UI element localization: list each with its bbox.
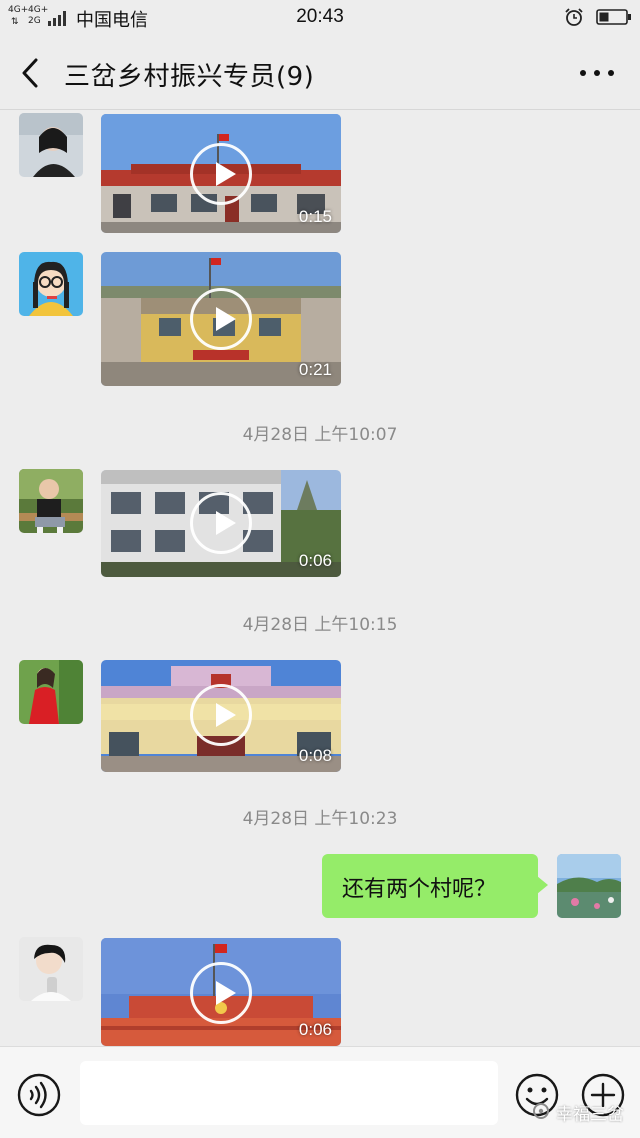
- play-icon[interactable]: [190, 492, 252, 554]
- video-duration: 0:06: [298, 1020, 332, 1039]
- alarm-icon: [565, 8, 583, 26]
- play-icon[interactable]: [190, 962, 252, 1024]
- battery-icon: [596, 9, 631, 25]
- voice-icon[interactable]: [16, 1072, 62, 1118]
- wechat-official-account-icon: [533, 1103, 549, 1119]
- avatar-self[interactable]: [557, 854, 621, 918]
- message-text: 还有两个村呢？: [342, 877, 497, 902]
- back-icon[interactable]: [14, 54, 48, 92]
- avatar[interactable]: [19, 113, 83, 177]
- more-icon[interactable]: [572, 58, 622, 88]
- video-duration: 0:08: [298, 746, 332, 765]
- status-clock: 20:43: [296, 6, 344, 27]
- video-duration: 0:15: [298, 207, 332, 226]
- play-icon[interactable]: [190, 288, 252, 350]
- avatar[interactable]: [19, 660, 83, 724]
- chat-bubble-self[interactable]: 还有两个村呢？: [322, 854, 548, 918]
- video-message[interactable]: 0:08: [101, 660, 341, 772]
- avatar[interactable]: [19, 252, 83, 316]
- play-icon[interactable]: [190, 143, 252, 205]
- input-bar: [0, 1046, 640, 1138]
- message-timestamp: 4月28日 上午10:23: [242, 809, 398, 829]
- chat-header: 三岔乡村振兴专员(9): [0, 36, 640, 110]
- message-timestamp: 4月28日 上午10:15: [242, 615, 398, 635]
- message-timestamp: 4月28日 上午10:07: [242, 425, 398, 445]
- chat-title: 三岔乡村振兴专员(9): [64, 62, 315, 92]
- video-duration: 0:21: [298, 360, 332, 379]
- video-message[interactable]: 0:06: [101, 938, 341, 1046]
- play-icon[interactable]: [190, 684, 252, 746]
- avatar[interactable]: [19, 937, 83, 1001]
- message-list[interactable]: 0:15 0:21 4月28日 上午10:07 0:06 4月28日 上午10:…: [0, 110, 640, 1046]
- video-message[interactable]: 0:06: [101, 470, 341, 577]
- video-duration: 0:06: [298, 551, 332, 570]
- video-message[interactable]: 0:21: [101, 252, 341, 386]
- status-bar: 4G+ 4G+ 2G ⇅ 中国电信 20:43: [0, 0, 640, 36]
- avatar[interactable]: [19, 469, 83, 533]
- message-input[interactable]: [80, 1061, 498, 1125]
- video-message[interactable]: 0:15: [101, 114, 341, 233]
- watermark-text: 幸福三岔: [556, 1105, 624, 1125]
